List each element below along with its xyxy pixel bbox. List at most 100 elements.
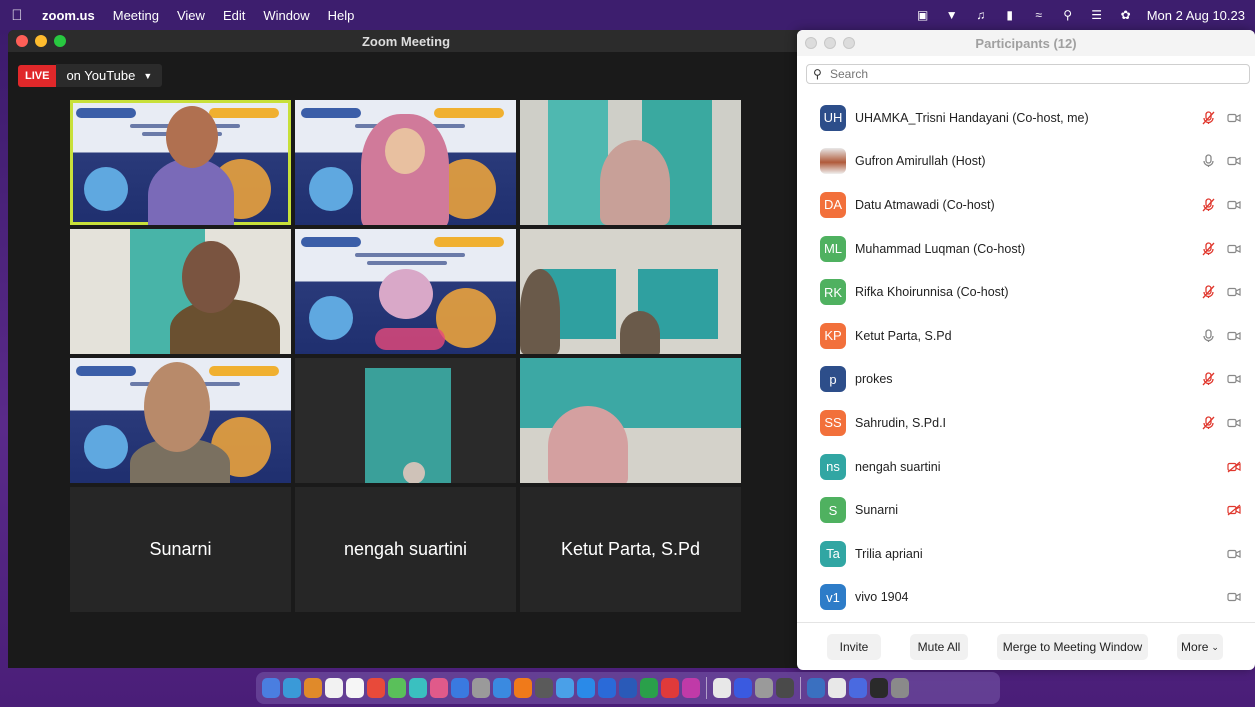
volume-icon[interactable]: ♫ (973, 8, 989, 22)
zoom-status-icon[interactable]: ▣ (915, 8, 931, 22)
dock-app-icon[interactable] (388, 678, 406, 698)
participant-row[interactable]: Ta Trilia apriani (797, 532, 1255, 576)
mic-muted-icon[interactable] (1201, 372, 1215, 386)
dock-app-icon[interactable] (776, 678, 794, 698)
mic-icon[interactable] (1201, 154, 1215, 168)
video-tile[interactable] (295, 229, 516, 354)
control-center-icon[interactable]: ☰ (1089, 8, 1105, 22)
participant-row[interactable]: p prokes (797, 358, 1255, 402)
dock-app-icon[interactable] (367, 678, 385, 698)
video-tile[interactable] (295, 358, 516, 483)
dock-app-icon[interactable] (535, 678, 553, 698)
siri-icon[interactable]: ✿ (1118, 8, 1134, 22)
participant-row[interactable]: S Sunarni (797, 488, 1255, 532)
video-icon[interactable] (1227, 111, 1241, 125)
dock-app-icon[interactable] (472, 678, 490, 698)
video-off-icon[interactable] (1227, 503, 1241, 517)
video-icon[interactable] (1227, 372, 1241, 386)
dock-app-icon[interactable] (598, 678, 616, 698)
dock-app-icon[interactable] (493, 678, 511, 698)
dock-app-icon[interactable] (661, 678, 679, 698)
wifi-icon[interactable]: ≈ (1031, 8, 1047, 22)
dock-app-icon[interactable] (807, 678, 825, 698)
video-tile[interactable] (295, 100, 516, 225)
participant-row[interactable]: RK Rifka Khoirunnisa (Co-host) (797, 270, 1255, 314)
video-tile-sunarni[interactable]: Sunarni (70, 487, 291, 612)
menu-edit[interactable]: Edit (223, 8, 245, 23)
dock-app-icon[interactable] (870, 678, 888, 698)
video-icon[interactable] (1227, 242, 1241, 256)
more-button[interactable]: More ⌄ (1177, 634, 1223, 660)
participant-row[interactable]: DA Datu Atmawadi (Co-host) (797, 183, 1255, 227)
mic-muted-icon[interactable] (1201, 416, 1215, 430)
dock-app-icon[interactable] (409, 678, 427, 698)
menu-meeting[interactable]: Meeting (113, 8, 159, 23)
menu-window[interactable]: Window (263, 8, 309, 23)
video-icon[interactable] (1227, 547, 1241, 561)
participant-row[interactable]: ML Muhammad Luqman (Co-host) (797, 227, 1255, 271)
dock-app-icon[interactable] (755, 678, 773, 698)
menu-view[interactable]: View (177, 8, 205, 23)
video-icon[interactable] (1227, 590, 1241, 604)
video-icon[interactable] (1227, 285, 1241, 299)
mic-muted-icon[interactable] (1201, 111, 1215, 125)
dock-app-icon[interactable] (619, 678, 637, 698)
minimize-window-button[interactable] (35, 35, 47, 47)
video-icon[interactable] (1227, 154, 1241, 168)
dock-app-icon[interactable] (640, 678, 658, 698)
merge-to-meeting-window-button[interactable]: Merge to Meeting Window (997, 634, 1148, 660)
participant-row[interactable]: v1 vivo 1904 (797, 576, 1255, 620)
video-icon[interactable] (1227, 329, 1241, 343)
participant-row[interactable]: SS Sahrudin, S.Pd.I (797, 401, 1255, 445)
close-window-button[interactable] (16, 35, 28, 47)
apple-menu-icon[interactable]:  (10, 7, 24, 24)
participant-row[interactable]: ns nengah suartini (797, 445, 1255, 489)
participants-search-input[interactable] (830, 67, 1230, 81)
zoom-window-button[interactable] (54, 35, 66, 47)
dock-app-icon[interactable] (325, 678, 343, 698)
dock-app-icon[interactable] (849, 678, 867, 698)
participants-search[interactable]: ⚲ (806, 64, 1250, 84)
video-icon[interactable] (1227, 198, 1241, 212)
video-tile-active-speaker[interactable] (70, 100, 291, 225)
dock-app-icon[interactable] (682, 678, 700, 698)
dock-app-icon[interactable] (304, 678, 322, 698)
spotlight-search-icon[interactable]: ⚲ (1060, 8, 1076, 22)
mic-muted-icon[interactable] (1201, 285, 1215, 299)
video-tile[interactable] (70, 358, 291, 483)
live-stream-indicator[interactable]: LIVE on YouTube ▼ (18, 64, 163, 87)
live-destination-dropdown[interactable]: on YouTube ▼ (56, 64, 163, 87)
invite-button[interactable]: Invite (827, 634, 881, 660)
dock-app-icon[interactable] (451, 678, 469, 698)
dock-app-icon[interactable] (734, 678, 752, 698)
video-tile-ketut-parta[interactable]: Ketut Parta, S.Pd (520, 487, 741, 612)
video-off-icon[interactable] (1227, 460, 1241, 474)
menubar-clock[interactable]: Mon 2 Aug 10.23 (1147, 8, 1245, 23)
dock-app-icon[interactable] (556, 678, 574, 698)
mute-all-button[interactable]: Mute All (910, 634, 968, 660)
video-tile[interactable] (520, 100, 741, 225)
video-icon[interactable] (1227, 416, 1241, 430)
menu-app-zoom[interactable]: zoom.us (42, 8, 95, 23)
dock-app-icon[interactable] (514, 678, 532, 698)
battery-icon[interactable]: ▮ (1002, 8, 1018, 22)
video-tile[interactable] (70, 229, 291, 354)
dock-app-icon[interactable] (713, 678, 731, 698)
participant-row[interactable]: UH UHAMKA_Trisni Handayani (Co-host, me) (797, 96, 1255, 140)
dock-app-icon[interactable] (346, 678, 364, 698)
video-tile[interactable] (520, 358, 741, 483)
mic-muted-icon[interactable] (1201, 198, 1215, 212)
participant-row[interactable]: KP Ketut Parta, S.Pd (797, 314, 1255, 358)
menu-help[interactable]: Help (328, 8, 355, 23)
dock-app-icon[interactable] (828, 678, 846, 698)
mic-icon[interactable] (1201, 329, 1215, 343)
dock-app-icon[interactable] (891, 678, 909, 698)
dock-app-icon[interactable] (283, 678, 301, 698)
screen-share-icon[interactable]: ▼ (944, 8, 960, 22)
video-tile[interactable] (520, 229, 741, 354)
mic-muted-icon[interactable] (1201, 241, 1215, 256)
dock-app-icon[interactable] (430, 678, 448, 698)
video-tile-nengah-suartini[interactable]: nengah suartini (295, 487, 516, 612)
participant-row[interactable]: Gufron Amirullah (Host) (797, 140, 1255, 184)
dock-app-icon[interactable] (262, 678, 280, 698)
